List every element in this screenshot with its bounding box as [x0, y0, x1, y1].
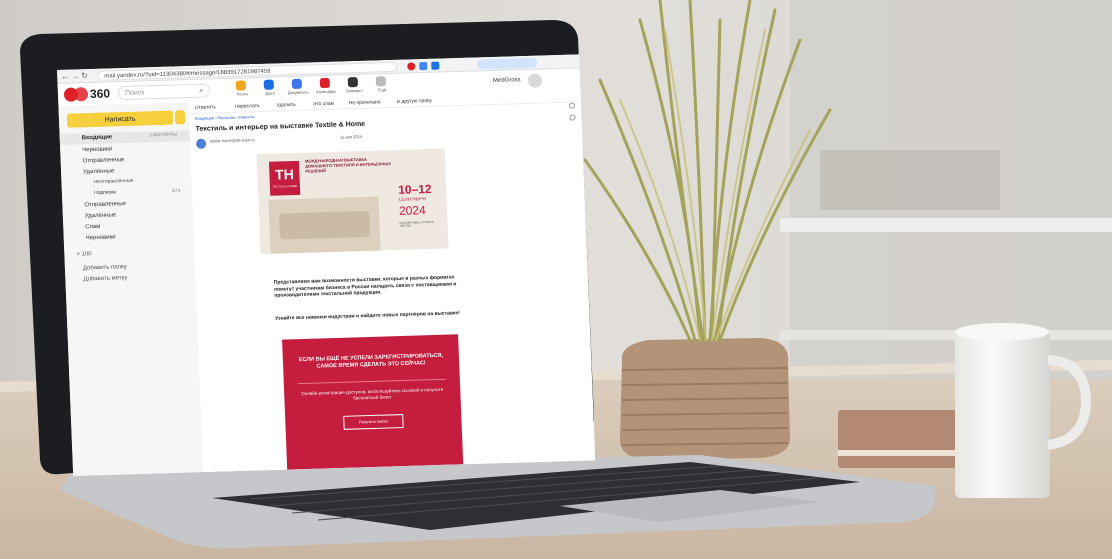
avatar[interactable]	[527, 73, 543, 88]
breadcrumb[interactable]: Входящие › Рассылки › Новости	[195, 115, 255, 121]
toolbar-item[interactable]: Это спам	[313, 102, 335, 108]
shelf-board-lower	[780, 330, 1112, 340]
toolbar-item[interactable]: Удалить	[277, 103, 296, 109]
email-intro: Представляем вам возможности выставки, к…	[273, 274, 457, 299]
brand-logo-letters: TH	[274, 166, 295, 182]
mug-rim	[955, 323, 1049, 341]
extension-icon[interactable]	[407, 62, 416, 71]
profile-chip[interactable]	[477, 57, 538, 70]
shelf-books	[820, 150, 1000, 210]
search-icon[interactable]: ⌕	[199, 87, 204, 95]
cta-button-label: Получить билет	[358, 419, 389, 425]
service-mail-label: Почта	[236, 92, 248, 97]
service-calendar[interactable]: Календарь	[312, 77, 341, 99]
service-docs[interactable]: Документы	[284, 78, 313, 99]
email-banner: TH TEXTILE & HOME МЕЖДУНАРОДНАЯ ВЫСТАВКА…	[256, 148, 449, 255]
banner-photo	[268, 196, 381, 254]
sender-avatar	[195, 138, 207, 149]
add-folder-link[interactable]: Добавить папку	[83, 264, 127, 271]
forward-icon[interactable]: →	[71, 72, 79, 80]
cta-text: Онлайн-регистрация доступна, воспользуйт…	[301, 386, 444, 401]
folder-label: Спам	[85, 223, 101, 231]
cta-heading: ЕСЛИ ВЫ ЕЩЁ НЕ УСПЕЛИ ЗАРЕГИСТРИРОВАТЬСЯ…	[298, 352, 444, 370]
disk-service-icon	[263, 79, 275, 90]
mail-logo-text: 360	[89, 87, 111, 101]
reload-icon[interactable]: ↻	[81, 72, 88, 80]
settings-icon[interactable]	[568, 102, 576, 109]
yandex-logo-icon	[73, 87, 89, 102]
shelf-board	[780, 218, 1112, 232]
service-telemost-label: Телемост	[345, 88, 364, 94]
service-disk[interactable]: Диск	[256, 79, 285, 100]
toolbar-item[interactable]: Не прочитано	[349, 100, 381, 106]
service-more[interactable]: Ещё	[368, 76, 397, 97]
more-service-icon	[375, 76, 387, 87]
folder-label: Удалённые	[84, 212, 117, 220]
banner-month: СЕНТЯБРЯ	[398, 197, 426, 203]
documents-service-icon	[291, 78, 303, 89]
add-label-link[interactable]: Добавить метку	[83, 275, 127, 282]
service-calendar-label: Календарь	[315, 89, 337, 95]
brand-logo: TH TEXTILE & HOME	[268, 160, 301, 196]
service-docs-label: Документы	[287, 90, 309, 96]
footer-item[interactable]: + 100	[76, 251, 91, 257]
service-mail[interactable]: Почта	[228, 80, 257, 101]
compose-label: Написать	[104, 115, 136, 124]
sofa-shape	[279, 210, 371, 240]
compose-button[interactable]: Написать	[66, 110, 174, 128]
folder-label: Черновики	[82, 146, 113, 154]
help-icon[interactable]	[569, 114, 576, 121]
laptop-screen: ← → ↻ mail.yandex.ru/?uid=11304380#/mess…	[57, 54, 596, 477]
folder-count: 1 ВСЕ ПОЧТЫ	[149, 132, 177, 138]
book-pages	[838, 450, 968, 456]
banner-venue: МОСКВА МВЦ «КРОКУС ЭКСПО»	[399, 220, 435, 228]
right-rail	[567, 100, 579, 140]
banner-heading: МЕЖДУНАРОДНАЯ ВЫСТАВКА ДОМАШНЕГО ТЕКСТИЛ…	[304, 156, 392, 174]
extension-icon[interactable]	[419, 61, 428, 71]
folder-label: Черновики	[85, 234, 116, 242]
calendar-service-icon	[319, 77, 331, 89]
banner-year: 2024	[398, 204, 426, 217]
photo-scene: ← → ↻ mail.yandex.ru/?uid=11304380#/mess…	[0, 0, 1112, 559]
service-telemost[interactable]: Телемост	[340, 77, 369, 98]
sender-address[interactable]: textile-home@ite-expo.ru	[210, 138, 255, 143]
cta-block: ЕСЛИ ВЫ ЕЩЁ НЕ УСПЕЛИ ЗАРЕГИСТРИРОВАТЬСЯ…	[282, 334, 464, 470]
extension-icon[interactable]	[431, 61, 440, 70]
account-name[interactable]: MedGross	[493, 77, 521, 84]
toolbar-item[interactable]: Ответить	[195, 105, 217, 111]
folder-label: Входящие	[81, 134, 113, 142]
service-disk-label: Диск	[265, 91, 275, 96]
book	[838, 410, 968, 468]
folder-count: 273	[171, 188, 181, 194]
message-pane: Ответить Переслать Удалить Это спам Не п…	[188, 90, 596, 473]
folder-label: Подписки	[93, 190, 117, 197]
folder-label: Неотправленные	[93, 178, 134, 186]
sidebar: Написать Входящие 1 ВСЕ ПОЧТЫ Черновики …	[58, 102, 204, 476]
message-subject: Текстиль и интерьер на выставке Textile …	[195, 120, 366, 133]
service-more-label: Ещё	[377, 87, 387, 93]
sidebar-footer: + 100	[76, 246, 182, 259]
banner-dates: 10–12	[397, 182, 432, 196]
compose-extra-button[interactable]	[174, 110, 186, 125]
toolbar-item[interactable]: В другую папку	[397, 99, 432, 105]
search-placeholder: Поиск	[124, 89, 145, 97]
telemost-service-icon	[347, 77, 359, 88]
folder-label: Удалённые	[83, 168, 115, 176]
cta-button[interactable]: Получить билет	[343, 414, 404, 430]
message-date: 11 ноя 2024	[339, 134, 362, 140]
back-icon[interactable]: ←	[61, 73, 69, 81]
mug	[955, 330, 1050, 498]
mail-service-icon	[235, 80, 247, 91]
email-intro-2: Узнайте все новинки индустрии и найдите …	[275, 310, 461, 322]
search-input[interactable]: Поиск ⌕	[117, 83, 211, 101]
brand-logo-caption: TEXTILE & HOME	[272, 184, 298, 189]
folder-label: Отправленные	[82, 157, 125, 165]
toolbar-item[interactable]: Переслать	[235, 104, 260, 110]
folder-label: Отправленные	[84, 201, 127, 209]
cta-divider	[297, 378, 446, 385]
